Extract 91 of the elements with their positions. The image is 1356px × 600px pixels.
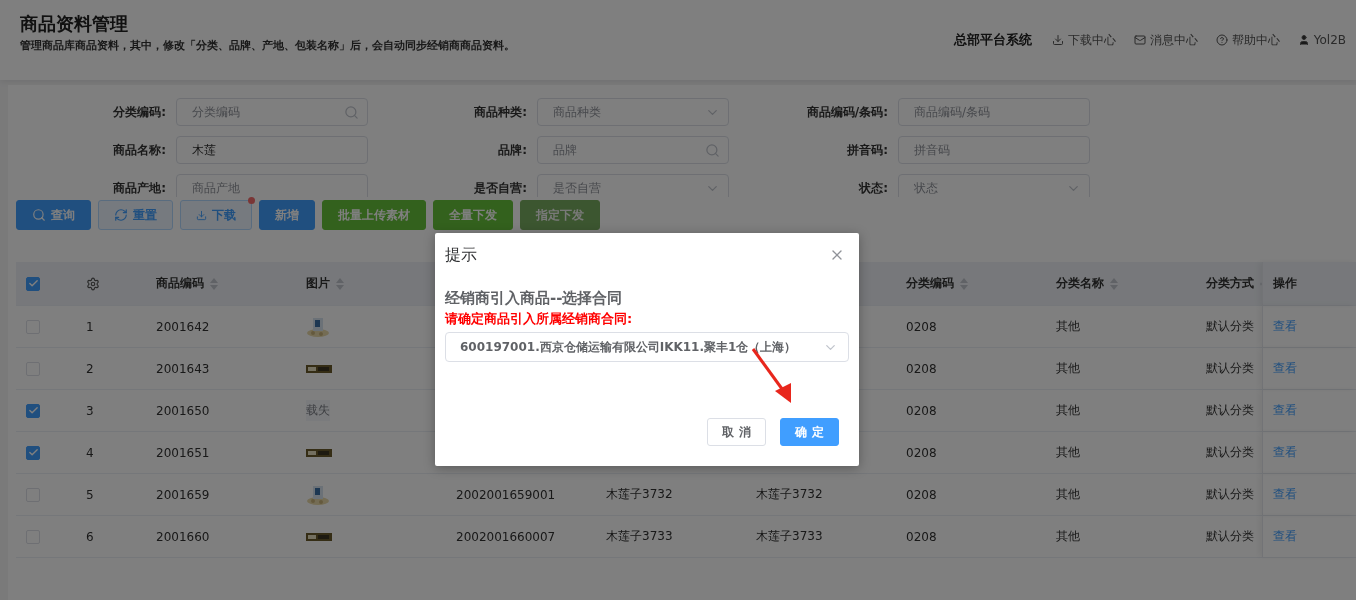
filter-label: 商品名称:: [112, 141, 166, 159]
user-icon: [1297, 34, 1310, 46]
filter-label: 商品种类:: [473, 103, 527, 121]
table-cell: 其他: [1056, 444, 1080, 461]
table-cell: 其他: [1056, 402, 1080, 419]
table-cell: 0208: [906, 361, 937, 376]
toolbar-button[interactable]: 全量下发: [433, 200, 513, 230]
view-link[interactable]: 查看: [1273, 360, 1297, 377]
search-icon: [705, 142, 720, 158]
table-cell: 2001642: [156, 319, 210, 334]
table-cell: 默认分类: [1206, 360, 1254, 377]
table-cell: 默认分类: [1206, 528, 1254, 545]
table-cell: 2002001659001: [456, 487, 556, 502]
image-error-text: 载失: [306, 400, 330, 421]
row-index: 1: [86, 319, 94, 334]
table-cell: 木莲子3732: [756, 486, 823, 503]
nav-link[interactable]: 帮助中心: [1215, 31, 1280, 49]
table-cell: 0208: [906, 319, 937, 334]
column-header: 分类方式: [1206, 275, 1254, 292]
table-cell: 默认分类: [1206, 444, 1254, 461]
row-index: 6: [86, 529, 94, 544]
table-cell: 木莲子3733: [606, 528, 673, 545]
nav-link[interactable]: 消息中心: [1133, 31, 1198, 49]
mail-icon: [1133, 34, 1146, 46]
table-cell: 2001659: [156, 487, 210, 502]
input-field[interactable]: 木莲: [176, 136, 368, 164]
table-cell: 其他: [1056, 318, 1080, 335]
download-icon: [1051, 34, 1064, 46]
contract-select[interactable]: 600197001.西京仓储运输有限公司IKK11.聚丰1仓（上海）: [445, 332, 849, 362]
table-cell: 其他: [1056, 486, 1080, 503]
page-subtitle: 管理商品库商品资料，其中，修改「分类、品牌、产地、包装名称」后，会自动同步经销商商品资料。: [20, 38, 515, 53]
row-index: 2: [86, 361, 94, 376]
row-index: 3: [86, 403, 94, 418]
table-cell: 2001643: [156, 361, 210, 376]
column-header: 分类名称: [1056, 275, 1104, 292]
search-icon: [344, 104, 359, 120]
view-link[interactable]: 查看: [1273, 528, 1297, 545]
table-cell: 2001650: [156, 403, 210, 418]
toolbar-button[interactable]: 查询: [16, 200, 91, 230]
table-cell: 木莲子3733: [756, 528, 823, 545]
filter-label: 是否自营:: [473, 179, 527, 197]
table-cell: 0208: [906, 529, 937, 544]
filter-label: 状态:: [857, 179, 888, 197]
table-cell: 0208: [906, 445, 937, 460]
nav-link[interactable]: 下载中心: [1051, 31, 1116, 49]
cancel-button[interactable]: 取 消: [707, 418, 766, 446]
table-cell: 2001660: [156, 529, 210, 544]
row-index: 4: [86, 445, 94, 460]
table-cell: 其他: [1056, 360, 1080, 377]
toolbar-button[interactable]: 重置: [98, 200, 173, 230]
filter-label: 分类编码:: [112, 103, 166, 121]
column-header: 分类编码: [906, 275, 954, 292]
table-cell: 其他: [1056, 528, 1080, 545]
user-menu[interactable]: Yol2B: [1297, 33, 1346, 47]
checkbox[interactable]: [26, 403, 40, 418]
table-cell: 0208: [906, 403, 937, 418]
filter-label: 商品编码/条码:: [805, 103, 888, 121]
table-cell: 默认分类: [1206, 402, 1254, 419]
help-icon: [1215, 34, 1228, 46]
filter-label: 拼音码:: [846, 141, 888, 159]
filter-label: 品牌:: [497, 141, 527, 159]
toolbar-button[interactable]: 下载: [180, 200, 252, 230]
view-link[interactable]: 查看: [1273, 486, 1297, 503]
row-index: 5: [86, 487, 94, 502]
filter-label: 商品产地:: [112, 179, 166, 197]
toolbar-button[interactable]: 新增: [259, 200, 315, 230]
toolbar-button[interactable]: 批量上传素材: [322, 200, 426, 230]
column-header: 商品编码: [156, 275, 204, 292]
checkbox[interactable]: [26, 445, 40, 460]
page-title: 商品资料管理: [20, 12, 129, 36]
column-header: 操作: [1273, 275, 1297, 292]
view-link[interactable]: 查看: [1273, 444, 1297, 461]
table-cell: 木莲子3732: [606, 486, 673, 503]
system-name: 总部平台系统: [953, 31, 1032, 49]
instruction-text: 请确定商品引入所属经销商合同:: [445, 310, 634, 328]
table-cell: 默认分类: [1206, 486, 1254, 503]
dialog-title: 提示: [445, 244, 477, 266]
checkbox[interactable]: [26, 276, 40, 291]
confirm-button[interactable]: 确 定: [780, 418, 839, 446]
view-link[interactable]: 查看: [1273, 318, 1297, 335]
download-icon: [196, 209, 207, 221]
column-header: 图片: [306, 275, 330, 292]
table-cell: 0208: [906, 487, 937, 502]
refresh-icon: [114, 208, 128, 222]
table-cell: 2002001660007: [456, 529, 556, 544]
search-icon: [32, 208, 46, 222]
table-cell: 2001651: [156, 445, 210, 460]
table-cell: 默认分类: [1206, 318, 1254, 335]
dialog-heading: 经销商引入商品--选择合同: [445, 289, 624, 308]
settings-icon[interactable]: [86, 276, 100, 291]
view-link[interactable]: 查看: [1273, 402, 1297, 419]
